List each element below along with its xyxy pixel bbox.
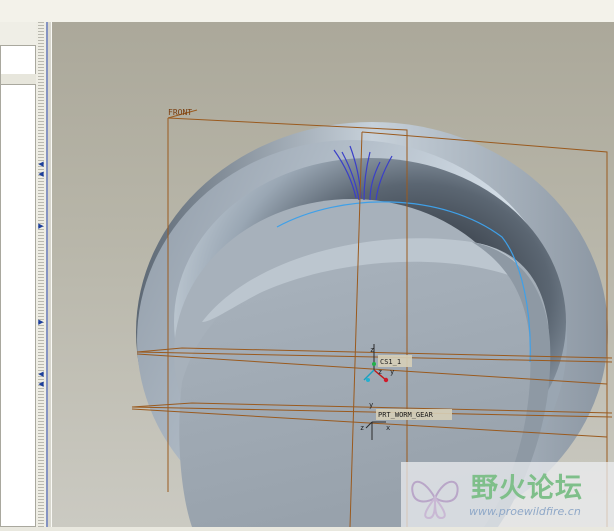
chevron-right-icon[interactable]: ▶ bbox=[38, 318, 44, 326]
front-plane-label: FRONT bbox=[168, 108, 192, 117]
forum-watermark: 野火论坛 www.proewildfire.cn bbox=[401, 462, 614, 527]
model-canvas[interactable]: CS1_1 z z y PRT_WORM_GEAR y z x FRONT bbox=[52, 22, 614, 527]
csys-label: CS1_1 bbox=[380, 358, 401, 366]
chevron-left-icon[interactable]: ◀ bbox=[38, 160, 44, 168]
axis-z-label: z bbox=[370, 346, 374, 354]
axis-x-label: x bbox=[386, 424, 390, 432]
model-tree-panel[interactable] bbox=[0, 45, 37, 527]
chevron-left-icon[interactable]: ◀ bbox=[38, 170, 44, 178]
sash-grip[interactable] bbox=[38, 22, 44, 531]
part-csys-label: PRT_WORM_GEAR bbox=[378, 411, 434, 419]
watermark-title: 野火论坛 bbox=[471, 473, 583, 504]
watermark-url: www.proewildfire.cn bbox=[469, 505, 581, 518]
butterfly-logo-icon bbox=[411, 480, 459, 520]
panel-sash[interactable]: ◀ ◀ ▶ ▶ ◀ ◀ bbox=[36, 22, 46, 531]
chevron-left-icon[interactable]: ◀ bbox=[38, 370, 44, 378]
chevron-left-icon[interactable]: ◀ bbox=[38, 380, 44, 388]
status-strip bbox=[0, 527, 614, 531]
graphics-viewport[interactable]: CS1_1 z z y PRT_WORM_GEAR y z x FRONT bbox=[52, 22, 614, 527]
axis-y-label: y bbox=[390, 368, 394, 376]
window-top-strip bbox=[0, 0, 614, 22]
axis-z-label: z bbox=[360, 424, 364, 432]
model-tree-header bbox=[1, 74, 37, 85]
axis-z-label: z bbox=[378, 368, 382, 376]
axis-y-label: y bbox=[369, 401, 373, 409]
chevron-right-icon[interactable]: ▶ bbox=[38, 222, 44, 230]
